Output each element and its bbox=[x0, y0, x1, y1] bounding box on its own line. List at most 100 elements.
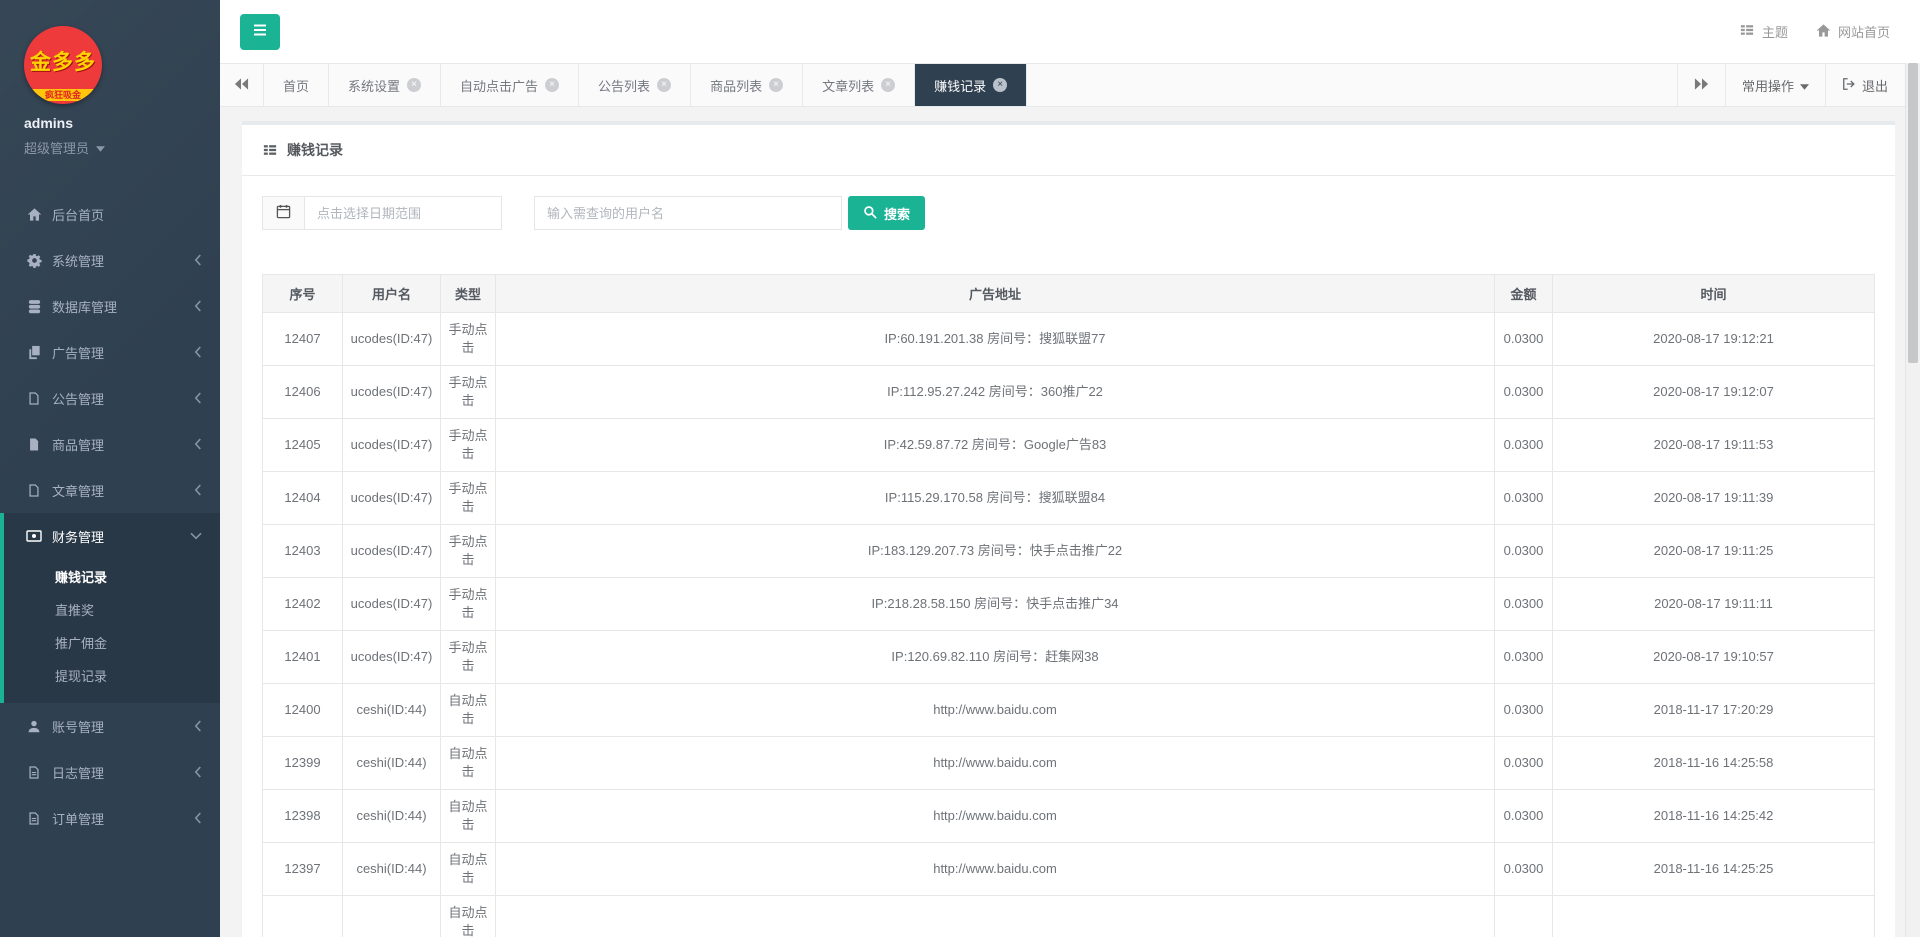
caret-down-icon bbox=[96, 140, 106, 155]
search-button[interactable]: 搜索 bbox=[848, 196, 926, 230]
sidebar-item-finance[interactable]: 财务管理 bbox=[4, 513, 220, 559]
theme-button[interactable]: 主题 bbox=[1739, 22, 1788, 41]
table-header-row: 序号 用户名 类型 广告地址 金额 时间 bbox=[262, 274, 1875, 313]
tab-item[interactable]: 自动点击广告 × bbox=[441, 64, 580, 106]
table-row: 12398 ceshi(ID:44) 自动点击 http://www.baidu.co… bbox=[262, 789, 1875, 843]
sidebar-subitem[interactable]: 赚钱记录 bbox=[4, 561, 220, 594]
table-row: 12402 ucodes(ID:47) 手动点击 IP:218.28.58.150 房… bbox=[262, 577, 1875, 631]
panel-body: 搜索 序号用户名类型广告地址金额时间 12407ucodes(ID:47)手动点… bbox=[242, 176, 1895, 937]
sidebar-subitem[interactable]: 直推奖 bbox=[4, 594, 220, 627]
tab-item[interactable]: 系统设置 × bbox=[329, 64, 442, 106]
tab-close-icon[interactable]: × bbox=[407, 78, 422, 92]
sidebar-item-notice[interactable]: 公告管理 bbox=[0, 375, 220, 421]
table-cell: 手动点击 bbox=[440, 524, 496, 578]
tab-item[interactable]: 首页 bbox=[264, 64, 330, 106]
table-cell: ceshi(ID:44) bbox=[342, 842, 441, 896]
common-actions-dropdown[interactable]: 常用操作 bbox=[1724, 64, 1825, 106]
table-cell bbox=[1494, 895, 1553, 937]
table-cell: 0.0300 bbox=[1494, 471, 1553, 525]
table-cell: 0.0300 bbox=[1494, 577, 1553, 631]
tab-close-icon[interactable]: × bbox=[657, 78, 672, 92]
main-column: 主题 网站首页 首页 系统设置 × 自动点击广告 × 公告列表 × 商品列表 × 文章列表 × 赚钱记… bbox=[220, 0, 1920, 937]
file-text-icon bbox=[25, 765, 43, 780]
th-list-icon bbox=[262, 143, 278, 157]
site-home-link[interactable]: 网站首页 bbox=[1816, 22, 1890, 41]
sidebar-toggle-button[interactable] bbox=[240, 13, 280, 50]
chevron-left-icon bbox=[194, 300, 202, 312]
sidebar-item-database[interactable]: 数据库管理 bbox=[0, 283, 220, 329]
chevron-left-icon bbox=[194, 254, 202, 266]
scrollbar-thumb[interactable] bbox=[1908, 63, 1918, 363]
double-arrow-right-icon bbox=[1694, 77, 1709, 93]
sidebar-subitem[interactable]: 提现记录 bbox=[4, 660, 220, 693]
sidebar-item-order[interactable]: 订单管理 bbox=[0, 795, 220, 841]
earnings-table: 序号 用户名 类型 广告地址 金额 时间 12407 ucodes(ID:47) 手动点击 IP… bbox=[262, 274, 1875, 937]
table-cell: 2020-08-17 19:12:21 bbox=[1552, 312, 1875, 366]
sidebar-item-label: 日志管理 bbox=[52, 765, 105, 781]
tab-item[interactable]: 文章列表 × bbox=[803, 64, 916, 106]
sidebar-subitem[interactable]: 推广佣金 bbox=[4, 627, 220, 660]
sidebar-item-goods[interactable]: 商品管理 bbox=[0, 421, 220, 467]
user-role-dropdown[interactable]: 超级管理员 bbox=[24, 138, 220, 157]
file-outline-icon bbox=[25, 391, 43, 406]
table-cell: 0.0300 bbox=[1494, 789, 1553, 843]
tab-active[interactable]: 赚钱记录 × bbox=[915, 64, 1028, 106]
double-arrow-left-icon bbox=[234, 77, 249, 93]
table-row: 12405 ucodes(ID:47) 手动点击 IP:42.59.87.72 房间号… bbox=[262, 418, 1875, 472]
sidebar-item-log[interactable]: 日志管理 bbox=[0, 749, 220, 795]
table-row: 自动点击 bbox=[262, 895, 1875, 937]
tab-item[interactable]: 商品列表 × bbox=[691, 64, 804, 106]
table-cell: 自动点击 bbox=[440, 736, 496, 790]
tab-close-icon[interactable]: × bbox=[769, 78, 784, 92]
tab-close-icon[interactable]: × bbox=[993, 78, 1008, 92]
username-search-input[interactable] bbox=[534, 196, 842, 230]
sidebar-item-label: 广告管理 bbox=[52, 345, 105, 361]
tabs-scroll-left-button[interactable] bbox=[220, 64, 264, 106]
table-cell: IP:112.95.27.242 房间号：360推广22 bbox=[495, 365, 1495, 419]
tab-close-icon[interactable]: × bbox=[545, 78, 560, 92]
topbar-right: 主题 网站首页 bbox=[1739, 22, 1890, 41]
sidebar-item-label: 财务管理 bbox=[52, 529, 105, 545]
search-button-label: 搜索 bbox=[884, 206, 911, 222]
table-cell: ucodes(ID:47) bbox=[342, 365, 441, 419]
chevron-left-icon bbox=[194, 346, 202, 358]
tab-label: 首页 bbox=[283, 78, 310, 94]
table-header-cell: 金额 bbox=[1494, 274, 1553, 313]
window-scrollbar[interactable] bbox=[1905, 63, 1920, 937]
brand-logo-text: 金多多 bbox=[30, 51, 96, 74]
common-actions-label: 常用操作 bbox=[1741, 78, 1794, 94]
chevron-left-icon bbox=[194, 720, 202, 732]
table-cell: ucodes(ID:47) bbox=[342, 418, 441, 472]
sidebar-item-article[interactable]: 文章管理 bbox=[0, 467, 220, 513]
database-icon bbox=[25, 299, 43, 314]
table-row: 12404 ucodes(ID:47) 手动点击 IP:115.29.170.58 房… bbox=[262, 471, 1875, 525]
table-cell: 手动点击 bbox=[440, 312, 496, 366]
site-home-label: 网站首页 bbox=[1837, 25, 1890, 40]
chevron-left-icon bbox=[194, 438, 202, 450]
calendar-addon[interactable] bbox=[262, 196, 304, 230]
sidebar-item-dashboard[interactable]: 后台首页 bbox=[0, 191, 220, 237]
sidebar-item-account[interactable]: 账号管理 bbox=[0, 703, 220, 749]
tab-close-icon[interactable]: × bbox=[881, 78, 896, 92]
gear-icon bbox=[25, 253, 43, 268]
table-cell: 自动点击 bbox=[440, 789, 496, 843]
calendar-icon bbox=[276, 204, 291, 222]
home-icon bbox=[1816, 23, 1831, 41]
file-text-icon bbox=[25, 811, 43, 826]
chevron-down-icon bbox=[190, 532, 202, 540]
sign-out-icon bbox=[1842, 77, 1856, 94]
file-outline-icon bbox=[25, 483, 43, 498]
chevron-left-icon bbox=[194, 812, 202, 824]
tab-item[interactable]: 公告列表 × bbox=[579, 64, 692, 106]
table-cell: ucodes(ID:47) bbox=[342, 471, 441, 525]
username: admins bbox=[24, 115, 74, 131]
panel-title-label: 赚钱记录 bbox=[287, 142, 343, 158]
logout-button[interactable]: 退出 bbox=[1824, 64, 1904, 106]
sidebar-item-ads[interactable]: 广告管理 bbox=[0, 329, 220, 375]
table-cell: IP:183.129.207.73 房间号：快手点击推广22 bbox=[495, 524, 1495, 578]
table-cell: http://www.baidu.com bbox=[495, 683, 1495, 737]
table-cell: 12397 bbox=[262, 842, 343, 896]
date-range-input[interactable] bbox=[304, 196, 502, 230]
tabs-scroll-right-button[interactable] bbox=[1676, 64, 1725, 106]
sidebar-item-system[interactable]: 系统管理 bbox=[0, 237, 220, 283]
